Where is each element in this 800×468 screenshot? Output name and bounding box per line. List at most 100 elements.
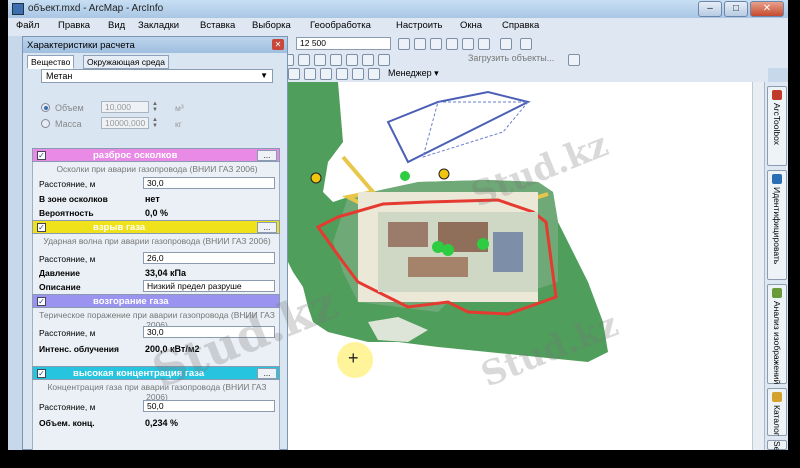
catalog-icon <box>772 392 782 402</box>
mass-input[interactable]: 10000,000 <box>101 117 149 129</box>
section-fire-body: Терическое поражение при аварии газопров… <box>32 308 280 366</box>
identify-icon[interactable] <box>362 54 374 66</box>
section-fragments-checkbox[interactable]: ✓ <box>37 151 46 160</box>
marker-point-3 <box>477 238 489 250</box>
arcmap-window: объект.mxd - ArcMap - ArcInfo – □ ✕ Файл… <box>8 0 788 468</box>
menu-insert[interactable]: Вставка <box>200 20 235 31</box>
image-analysis-icon <box>772 288 782 298</box>
dock-tab-identify[interactable]: Идентифицировать <box>767 170 787 280</box>
dock-tab-catalog[interactable]: Каталог <box>767 388 787 436</box>
tab-substance[interactable]: Вещество <box>27 55 75 69</box>
settings-icon[interactable] <box>336 68 348 80</box>
section-concentration-header[interactable]: ✓ высокая концентрация газа ... <box>32 366 280 380</box>
concentration-distance-input[interactable]: 50,0 <box>143 400 275 412</box>
menu-windows[interactable]: Окна <box>460 20 482 31</box>
menu-file[interactable]: Файл <box>16 20 39 31</box>
mass-spinner[interactable]: ▲ ▼ <box>151 117 159 129</box>
fragments-probability-label: Вероятность <box>39 208 94 218</box>
section-explosion-checkbox[interactable]: ✓ <box>37 223 46 232</box>
panel-title-bar: Характеристики расчета ✕ <box>23 37 287 53</box>
manager-dropdown[interactable]: Менеджер ▾ <box>388 68 439 79</box>
right-dock: ArcToolbox Идентифицировать Анализ изобр… <box>764 82 788 468</box>
map-view[interactable] <box>288 82 758 450</box>
add-data-icon[interactable] <box>568 54 580 66</box>
volume-spinner[interactable]: ▲ ▼ <box>151 101 159 113</box>
map-vertical-scrollbar[interactable] <box>752 82 764 450</box>
substance-value: Метан <box>46 71 73 81</box>
report-icon[interactable] <box>352 68 364 80</box>
dock-tab-label: Идентифицировать <box>772 187 782 265</box>
building-4 <box>408 257 468 277</box>
table-icon[interactable] <box>414 38 426 50</box>
pan-icon[interactable] <box>314 54 326 66</box>
building-1 <box>388 222 428 247</box>
section-fragments-body: Осколки при аварии газопровода (ВНИИ ГАЗ… <box>32 162 280 220</box>
section-explosion-more-button[interactable]: ... <box>257 222 277 233</box>
dock-tab-image-analysis[interactable]: Анализ изображений <box>767 284 787 384</box>
menu-geoprocessing[interactable]: Геообработка <box>310 20 371 31</box>
volume-radio[interactable] <box>41 103 50 112</box>
help-icon[interactable] <box>520 38 532 50</box>
map-scale-input[interactable]: 12 500 <box>296 37 391 50</box>
section-concentration-checkbox[interactable]: ✓ <box>37 369 46 378</box>
menu-selection[interactable]: Выборка <box>252 20 291 31</box>
fragments-zone-label: В зоне осколков <box>39 194 108 204</box>
dock-tab-label: ArcToolbox <box>772 103 782 146</box>
concentration-distance-label: Расстояние, м <box>39 402 96 412</box>
measure-icon[interactable] <box>378 54 390 66</box>
zoom-out-icon[interactable] <box>298 54 310 66</box>
upload-objects-button[interactable]: Загрузить объекты... <box>468 53 554 63</box>
fragments-distance-input[interactable]: 30,0 <box>143 177 275 189</box>
section-fire-header[interactable]: ✓ возгорание газа <box>32 294 280 308</box>
fire-intensity-value: 200,0 кВт/м2 <box>145 344 200 354</box>
dock-tab-arctoolbox[interactable]: ArcToolbox <box>767 86 787 166</box>
dock-tab-search[interactable]: Search <box>767 440 787 468</box>
maximize-button[interactable]: □ <box>724 1 748 17</box>
accident-point <box>310 172 322 184</box>
section-fragments-header[interactable]: ✓ разброс осколков ... <box>32 148 280 162</box>
menu-view[interactable]: Вид <box>108 20 125 31</box>
volume-unit: м³ <box>175 103 184 113</box>
menu-bar: Файл Правка Вид Закладки Вставка Выборка… <box>8 18 788 36</box>
layers-icon[interactable] <box>430 38 442 50</box>
section-explosion-header[interactable]: ✓ взрыв газа ... <box>32 220 280 234</box>
menu-help[interactable]: Справка <box>502 20 539 31</box>
title-bar: объект.mxd - ArcMap - ArcInfo – □ ✕ <box>8 0 788 18</box>
substance-select[interactable]: Метан ▼ <box>41 69 273 83</box>
catalog-icon[interactable] <box>446 38 458 50</box>
menu-customize[interactable]: Настроить <box>396 20 442 31</box>
model-builder-icon[interactable] <box>500 38 512 50</box>
tab-environment[interactable]: Окружающая среда <box>83 55 169 69</box>
fire-distance-input[interactable]: 30,0 <box>143 326 275 338</box>
manager-label: Менеджер <box>388 68 432 78</box>
dock-tab-label: Search <box>772 441 782 468</box>
info-icon[interactable] <box>368 68 380 80</box>
marker-point-2 <box>442 244 454 256</box>
section-concentration-more-button[interactable]: ... <box>257 368 277 379</box>
grid-icon[interactable] <box>320 68 332 80</box>
search-icon[interactable] <box>462 38 474 50</box>
section-explosion-title: взрыв газа <box>93 222 146 233</box>
section-fragments-more-button[interactable]: ... <box>257 150 277 161</box>
marker-point-4 <box>400 171 410 181</box>
mass-radio[interactable] <box>41 119 50 128</box>
volume-input[interactable]: 10,000 <box>101 101 149 113</box>
menu-edit[interactable]: Правка <box>58 20 90 31</box>
menu-bookmarks[interactable]: Закладки <box>138 20 179 31</box>
mass-unit: кг <box>175 119 182 129</box>
editor-icon[interactable] <box>398 38 410 50</box>
close-button[interactable]: ✕ <box>750 1 784 17</box>
explosion-distance-input[interactable]: 26,0 <box>143 252 275 264</box>
fire-distance-label: Расстояние, м <box>39 328 96 338</box>
section-fire-checkbox[interactable]: ✓ <box>37 297 46 306</box>
select-features-icon[interactable] <box>346 54 358 66</box>
section-explosion-subtitle: Ударная волна при аварии газопровода (ВН… <box>43 236 271 246</box>
panel-close-button[interactable]: ✕ <box>272 39 284 50</box>
minimize-button[interactable]: – <box>698 1 722 17</box>
toolbox-icon[interactable] <box>478 38 490 50</box>
dock-tab-label: Анализ изображений <box>772 301 782 385</box>
full-extent-icon[interactable] <box>330 54 342 66</box>
comment-icon[interactable] <box>288 68 300 80</box>
explosion-description-input[interactable]: Низкий предел разруше <box>143 280 275 292</box>
chart-icon[interactable] <box>304 68 316 80</box>
